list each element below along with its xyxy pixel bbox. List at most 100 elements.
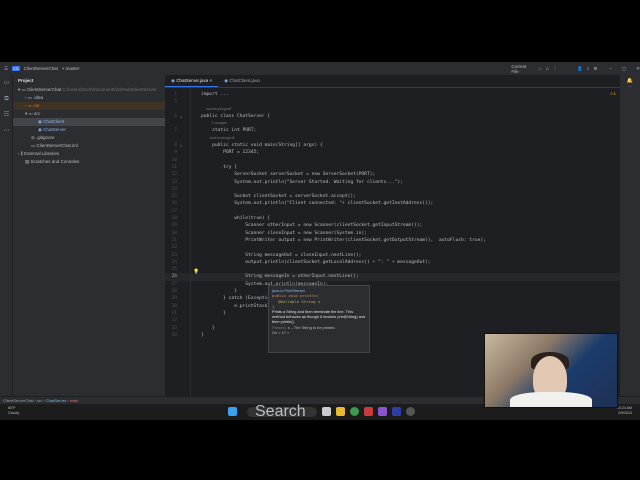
search-icon[interactable]: ⌕ (587, 66, 590, 71)
code-line[interactable]: 17 (165, 208, 620, 215)
line-number: 5 (174, 99, 177, 105)
app2-icon[interactable] (406, 407, 415, 416)
code-text: PrintWriter output = new PrintWriter(cli… (201, 237, 486, 243)
code-line[interactable]: 24 output.println(clientSocket.getLocalA… (165, 259, 620, 266)
tree-label: .idea (33, 95, 44, 100)
code-line[interactable]: 20 Scanner closeInput = new Scanner(Syst… (165, 230, 620, 237)
code-text: String messageOut = closeInput.nextLine(… (201, 252, 362, 258)
code-inlay-hint[interactable]: zacharybogroff (165, 135, 620, 142)
code-line[interactable]: 25 (165, 266, 620, 273)
add-user-icon[interactable]: 👤 (577, 66, 583, 72)
tool-window-strip: ▭ ⧉ ☷ ⋯ (0, 75, 13, 396)
code-inlay-hint[interactable]: zacharybogroff (165, 106, 620, 113)
tree-item-root[interactable]: ▾ ▭ ClientServerChat C:\Users\Zach\Docum… (13, 86, 165, 94)
tree-item-iml[interactable]: ▭ ClientServerChat.iml (13, 142, 165, 150)
minimize-button[interactable]: – (609, 66, 612, 71)
intellij-icon[interactable] (392, 407, 401, 416)
structure-icon[interactable]: ☷ (0, 107, 13, 123)
main-menu-icon[interactable]: ☰ (4, 66, 8, 72)
start-icon[interactable] (228, 407, 237, 416)
tree-item-src[interactable]: ▾ ▭ src (13, 110, 165, 118)
lightbulb-icon[interactable]: 💡 (193, 269, 199, 275)
commit-icon[interactable]: ⧉ (0, 91, 13, 107)
code-line[interactable]: 21 PrintWriter output = new PrintWriter(… (165, 237, 620, 244)
code-line[interactable]: 12 ServerSocket serverSocket = new Serve… (165, 171, 620, 178)
weather-widget[interactable]: 60°F Cloudy (8, 406, 19, 416)
line-number: 19 (171, 223, 177, 229)
more-tools-icon[interactable]: ⋯ (0, 123, 13, 139)
code-text: System.out.println("Server Started. Wait… (201, 179, 403, 185)
taskbar-search[interactable]: Search (247, 404, 317, 420)
code-line[interactable]: 18 while(true) { (165, 215, 620, 222)
tree-item-out[interactable]: › ▭ out (13, 102, 165, 110)
system-clock[interactable]: 10:24 AM 2/9/2024 (617, 406, 632, 416)
editor-tabs: ◉ ChatServer.java × ◉ ChatClient.java (165, 75, 620, 88)
code-line[interactable]: 23 String messageOut = closeInput.nextLi… (165, 252, 620, 259)
breadcrumb-method[interactable]: main (70, 398, 79, 403)
doc-version: On < 17 > (272, 329, 290, 335)
line-number: 24 (171, 259, 177, 265)
documentation-popup: java.io.PrintStream public void println(… (268, 285, 370, 353)
chrome-icon[interactable] (350, 407, 359, 416)
code-line[interactable]: 1 import ... (165, 91, 620, 98)
obs-icon[interactable] (378, 407, 387, 416)
code-line[interactable]: 6 ▷ public class ChatServer { (165, 113, 620, 120)
line-number: 17 (171, 208, 177, 214)
tree-item-idea[interactable]: › ▭ .idea (13, 94, 165, 102)
code-line[interactable]: 30 e.printStackTrace(); (165, 303, 620, 310)
code-line[interactable]: 26 String messageIn = otherInput.nextLin… (165, 273, 620, 281)
breadcrumb-src[interactable]: src (37, 398, 42, 403)
file-explorer-icon[interactable] (336, 407, 345, 416)
warnings-indicator[interactable]: ⚠1 (609, 91, 616, 97)
code-line[interactable]: 19 Scanner otherInput = new Scanner(clie… (165, 222, 620, 229)
code-line[interactable]: 13 System.out.println("Server Started. W… (165, 179, 620, 186)
project-panel: Project ▾ ▭ ClientServerChat C:\Users\Za… (13, 75, 165, 396)
code-line[interactable]: 9 PORT = 12345; (165, 149, 620, 156)
tree-item-chatserver[interactable]: ◉ ChatServer (13, 126, 165, 134)
tree-item-gitignore[interactable]: ⊘ .gitignore (13, 134, 165, 142)
tab-chatclient[interactable]: ◉ ChatClient.java (218, 75, 266, 87)
branch-selector[interactable]: master (66, 66, 80, 71)
maximize-button[interactable]: ▢ (622, 66, 626, 72)
project-tool-icon[interactable]: ▭ (0, 75, 13, 91)
code-line[interactable]: 27 System.out.println(messageIn); (165, 281, 620, 288)
task-view-icon[interactable] (322, 407, 331, 416)
doc-params-label: Params: (272, 324, 287, 330)
code-line[interactable]: 8 ▷ public static void main(String[] args… (165, 142, 620, 149)
close-button[interactable]: ✕ (636, 66, 640, 72)
line-number: 16 (171, 201, 177, 207)
webcam-person-shirt (510, 392, 592, 407)
tree-label: src (34, 111, 41, 116)
line-number: 32 (171, 318, 177, 324)
app-icon[interactable] (364, 407, 373, 416)
more-icon[interactable]: ⋮ (553, 66, 558, 72)
tab-chatserver[interactable]: ◉ ChatServer.java × (165, 75, 219, 87)
more-icon[interactable]: ⋯ (620, 84, 640, 90)
breadcrumb-class[interactable]: ChatServer (46, 398, 66, 403)
run-config-selector[interactable]: Current File (511, 64, 534, 74)
code-line[interactable]: 31 } (165, 310, 620, 317)
settings-icon[interactable]: ⚙ (593, 66, 597, 72)
code-line[interactable]: 29 } catch (Exception e) { (165, 295, 620, 302)
project-selector[interactable]: ClientServerChat (24, 66, 58, 71)
run-icon[interactable]: ▷ (539, 66, 542, 72)
tree-item-external-libraries[interactable]: › ⫼ External Libraries (13, 150, 165, 158)
code-line[interactable]: 16 System.out.println("Client connected:… (165, 200, 620, 207)
code-inlay-hint[interactable]: 2 usages (165, 120, 620, 127)
breadcrumb-project[interactable]: ClientServerChat (3, 398, 33, 403)
code-line[interactable]: 15 Socket clientSocket = serverSocket.ac… (165, 193, 620, 200)
tree-item-scratches[interactable]: ▤ Scratches and Consoles (13, 158, 165, 166)
debug-icon[interactable]: ◘ (546, 66, 549, 71)
line-number: 1 (174, 92, 177, 97)
code-line[interactable]: 32 (165, 317, 620, 324)
line-number: 8 (174, 143, 177, 149)
code-line[interactable]: 33 } (165, 325, 620, 332)
tree-item-chatclient[interactable]: ◉ ChatClient (13, 118, 165, 126)
code-line[interactable]: 11 try { (165, 164, 620, 171)
code-line[interactable]: 22 (165, 244, 620, 251)
code-line[interactable]: 5 (165, 98, 620, 105)
code-line[interactable]: 28 } (165, 288, 620, 295)
code-line[interactable]: 7 static int PORT; (165, 127, 620, 134)
code-line[interactable]: 10 (165, 157, 620, 164)
code-line[interactable]: 14 (165, 186, 620, 193)
